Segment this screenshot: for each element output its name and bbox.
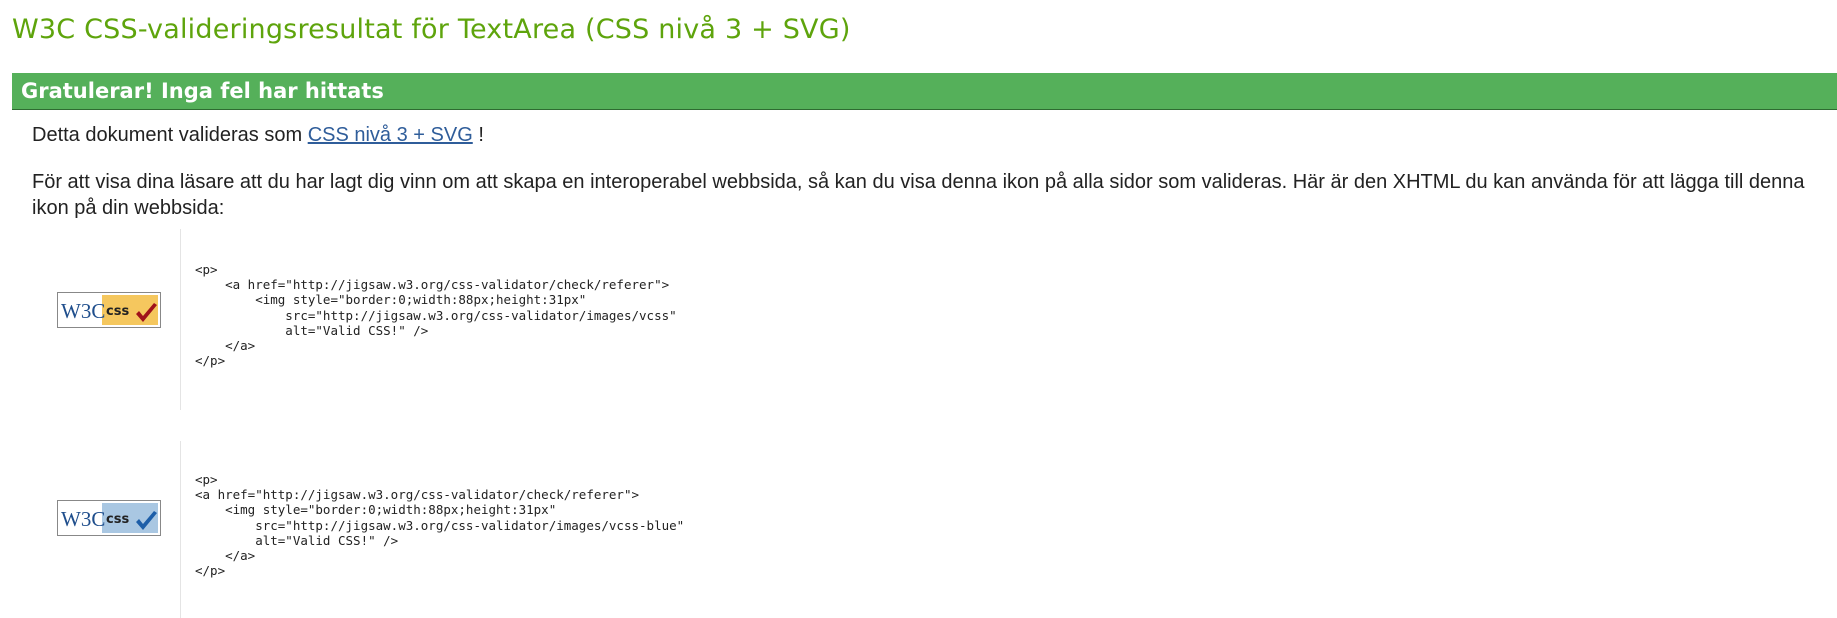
badge-row-blue: W3C css <p> <a href="http://jigsaw.w3.or… bbox=[32, 441, 1812, 618]
success-message: Gratulerar! Inga fel har hittats bbox=[21, 79, 384, 103]
badge-row-gold: W3C css <p> <a href="http://jigsaw.w3.or… bbox=[32, 229, 1812, 410]
w3c-css-badge-icon: W3C css bbox=[58, 501, 160, 535]
intro-suffix: ! bbox=[472, 124, 484, 146]
w3c-css-badge-icon: W3C css bbox=[58, 293, 160, 327]
success-banner: Gratulerar! Inga fel har hittats bbox=[12, 73, 1837, 110]
badge-cell: W3C css bbox=[32, 441, 180, 618]
intro-text: Detta dokument valideras som bbox=[32, 124, 308, 146]
w3c-logo-text: W3C bbox=[61, 299, 105, 323]
badge-code-snippet: <p> <a href="http://jigsaw.w3.org/css-va… bbox=[195, 262, 677, 369]
validation-intro: Detta dokument valideras som CSS nivå 3 … bbox=[32, 122, 484, 148]
w3c-logo-text: W3C bbox=[61, 507, 105, 531]
code-divider bbox=[180, 441, 181, 618]
code-divider bbox=[180, 229, 181, 410]
css-profile-link[interactable]: CSS nivå 3 + SVG bbox=[308, 124, 473, 146]
valid-css-badge-gold[interactable]: W3C css bbox=[57, 292, 161, 328]
badge-code-snippet: <p> <a href="http://jigsaw.w3.org/css-va… bbox=[195, 472, 685, 579]
badge-cell: W3C css bbox=[32, 229, 180, 410]
badge-label: css bbox=[106, 304, 129, 319]
valid-css-badge-blue[interactable]: W3C css bbox=[57, 500, 161, 536]
badge-label: css bbox=[106, 512, 129, 527]
page-title: W3C CSS-valideringsresultat för TextArea… bbox=[12, 14, 851, 45]
badge-description: För att visa dina läsare att du har lagt… bbox=[32, 171, 1805, 219]
